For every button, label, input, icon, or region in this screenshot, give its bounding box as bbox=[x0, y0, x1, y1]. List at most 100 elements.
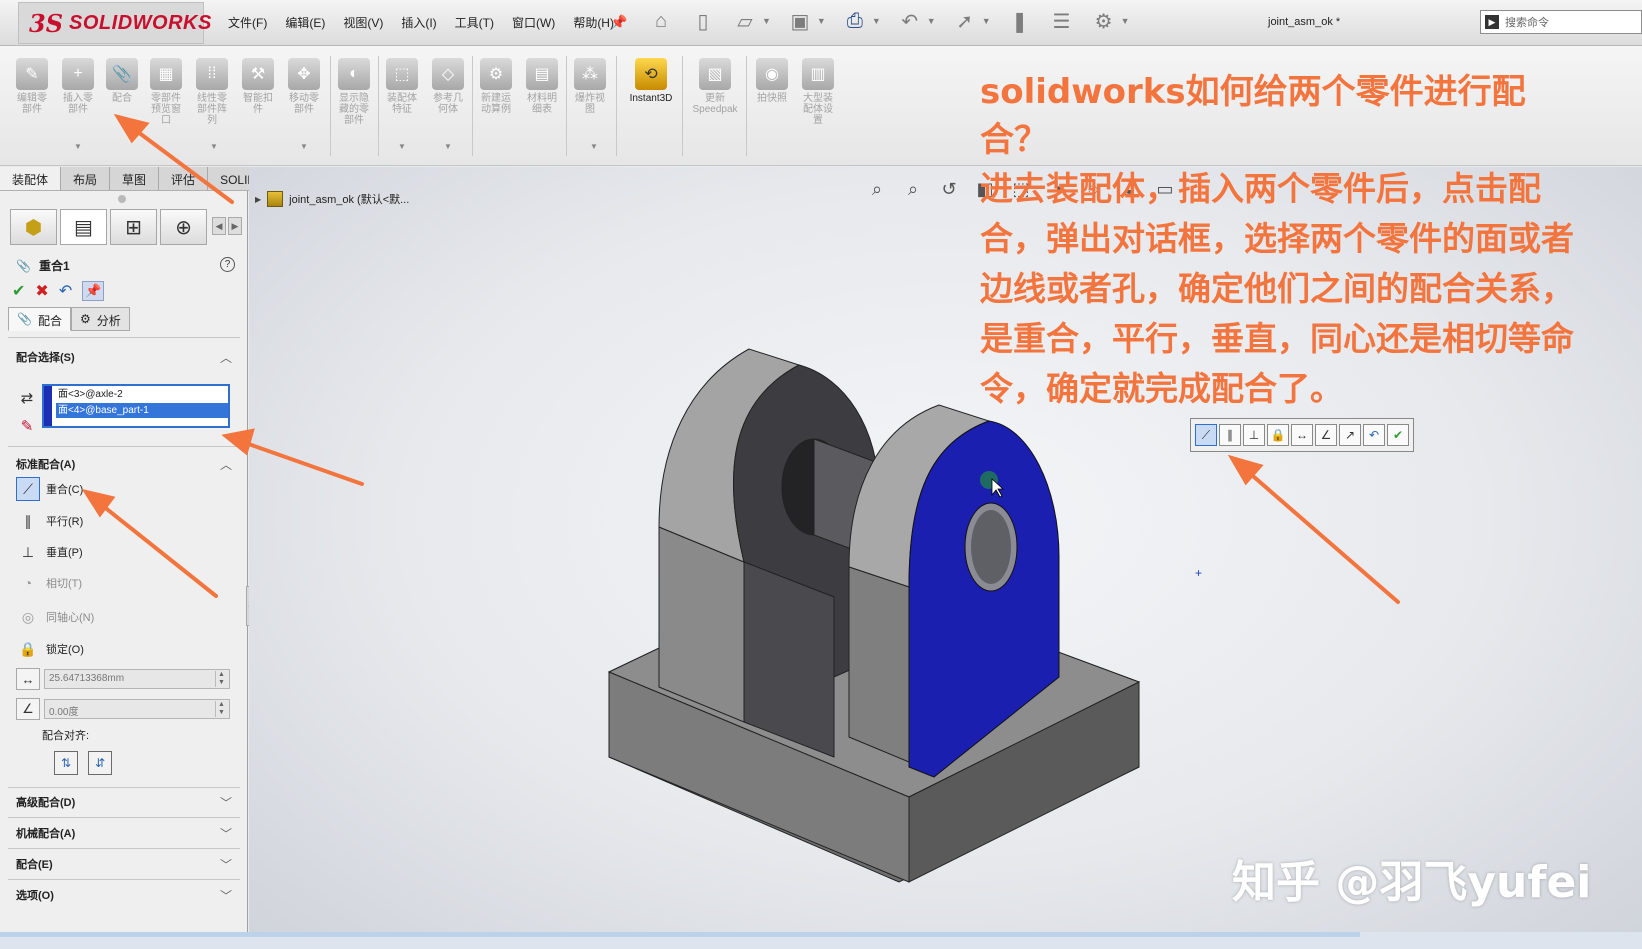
subtab-mates[interactable]: 📎 配合 bbox=[8, 307, 71, 331]
search-commands-field[interactable]: ▶ 搜索命令 bbox=[1480, 10, 1642, 34]
lock-icon[interactable]: 🔒 bbox=[1267, 424, 1289, 446]
left-lug-inner[interactable] bbox=[743, 561, 835, 758]
save-dropdown-icon[interactable]: ▼ bbox=[817, 16, 826, 26]
ribbon-dropdown-icon[interactable]: ▼ bbox=[210, 142, 218, 151]
ribbon-reference-geometry[interactable]: ◇ 参考几 何体 bbox=[426, 58, 470, 115]
section-mate-selections-header[interactable]: 配合选择(S) ︿ bbox=[8, 345, 240, 369]
pin-menu-icon[interactable]: 📌 bbox=[610, 14, 627, 31]
select-arrow-icon[interactable]: ➚ bbox=[952, 8, 978, 34]
ribbon-dropdown-icon[interactable]: ▼ bbox=[590, 142, 598, 151]
ok-check-icon[interactable]: ✔ bbox=[12, 281, 25, 301]
aligned-icon[interactable]: ⇅ bbox=[54, 751, 78, 775]
ribbon-snapshot[interactable]: ◉ 拍快照 bbox=[750, 58, 794, 104]
section-standard-mates-header[interactable]: 标准配合(A) ︿ bbox=[8, 452, 240, 476]
angle-spinner-icon[interactable]: ▲ ▼ bbox=[215, 701, 227, 717]
print-dropdown-icon[interactable]: ▼ bbox=[872, 16, 881, 26]
menu-insert[interactable]: 插入(I) bbox=[401, 14, 436, 31]
mate-selections-list[interactable]: 面<3>@axle-2 面<4>@base_part-1 bbox=[42, 384, 230, 428]
section-options-header[interactable]: 选项(O) ﹀ bbox=[8, 883, 240, 907]
open-dropdown-icon[interactable]: ▼ bbox=[762, 16, 771, 26]
previous-view-icon[interactable]: ↺ bbox=[935, 175, 963, 203]
section-mechanical-header[interactable]: 机械配合(A) ﹀ bbox=[8, 821, 240, 845]
menu-window[interactable]: 窗口(W) bbox=[512, 14, 555, 31]
distance-icon[interactable]: ↔ bbox=[16, 668, 40, 690]
distance-icon[interactable]: ↔ bbox=[1291, 424, 1313, 446]
home-icon[interactable]: ⌂ bbox=[648, 8, 674, 34]
mate-lock[interactable]: 🔒 锁定(O) bbox=[16, 637, 84, 661]
ribbon-assembly-features[interactable]: ⬚ 装配体 特征 bbox=[380, 58, 424, 115]
property-manager-icon[interactable]: ▤ bbox=[60, 209, 107, 245]
assembly-model[interactable] bbox=[579, 327, 1179, 907]
scroll-left-icon[interactable]: ◀ bbox=[212, 217, 226, 235]
ribbon-smart-fasteners[interactable]: ⚒ 智能扣 件 bbox=[236, 58, 280, 115]
ribbon-insert-component[interactable]: + 插入零 部件 bbox=[56, 58, 100, 115]
dimxpert-manager-icon[interactable]: ⊕ bbox=[160, 209, 207, 245]
ribbon-exploded-view[interactable]: ⁂ 爆炸视 图 bbox=[568, 58, 612, 115]
section-advanced-header[interactable]: 高级配合(D) ﹀ bbox=[8, 790, 240, 814]
rebuild-icon[interactable]: ❚ bbox=[1007, 8, 1033, 34]
distance-input[interactable]: 25.64713368mm ▲ ▼ bbox=[44, 669, 230, 689]
menu-edit[interactable]: 编辑(E) bbox=[285, 14, 325, 31]
configuration-manager-icon[interactable]: ⊞ bbox=[110, 209, 157, 245]
expand-arrow-icon[interactable]: ▶ bbox=[255, 195, 261, 204]
ribbon-instant3d[interactable]: ⟲ Instant3D bbox=[626, 58, 676, 104]
solidworks-logo[interactable]: 3S SOLIDWORKS bbox=[18, 2, 211, 44]
print-icon[interactable]: ⎙ bbox=[842, 8, 868, 34]
select-dropdown-icon[interactable]: ▼ bbox=[982, 16, 991, 26]
cancel-x-icon[interactable]: ✖ bbox=[35, 281, 48, 301]
ribbon-large-assembly[interactable]: ▥ 大型装 配体设 置 bbox=[796, 58, 840, 126]
mate-coincident[interactable]: ⟋ 重合(C) bbox=[16, 477, 83, 501]
parallel-icon[interactable]: ∥ bbox=[1219, 424, 1241, 446]
open-folder-icon[interactable]: ▱ bbox=[732, 8, 758, 34]
flip-alignment-icon[interactable]: ↗ bbox=[1339, 424, 1361, 446]
ribbon-linear-pattern[interactable]: ⁞⁞ 线性零 部件阵 列 bbox=[190, 58, 234, 126]
mate-perpendicular[interactable]: ⊥ 垂直(P) bbox=[16, 540, 83, 564]
menu-view[interactable]: 视图(V) bbox=[343, 14, 383, 31]
new-document-icon[interactable]: ▯ bbox=[690, 8, 716, 34]
scroll-right-icon[interactable]: ▶ bbox=[228, 217, 242, 235]
ribbon-dropdown-icon[interactable]: ▼ bbox=[74, 142, 82, 151]
ribbon-bom[interactable]: ▤ 材料明 细表 bbox=[520, 58, 564, 115]
coincident-icon[interactable]: ⟋ bbox=[1195, 424, 1217, 446]
ribbon-edit-component[interactable]: ✎ 编辑零 部件 bbox=[10, 58, 54, 115]
perpendicular-icon[interactable]: ⊥ bbox=[1243, 424, 1265, 446]
ribbon-component-preview[interactable]: ▦ 零部件 预览窗 口 bbox=[144, 58, 188, 126]
ribbon-new-motion-study[interactable]: ⚙ 新建运 动算例 bbox=[474, 58, 518, 115]
tab-layout[interactable]: 布局 bbox=[61, 167, 111, 190]
tab-sketch[interactable]: 草图 bbox=[110, 167, 160, 190]
ok-check-icon[interactable]: ✔ bbox=[1387, 424, 1409, 446]
keep-visible-pin-icon[interactable]: 📌 bbox=[82, 281, 105, 301]
undo-icon[interactable]: ↶ bbox=[1363, 424, 1385, 446]
section-mates-header[interactable]: 配合(E) ﹀ bbox=[8, 852, 240, 876]
subtab-analysis[interactable]: ⚙ 分析 bbox=[70, 307, 130, 331]
zoom-to-area-icon[interactable]: ⌕ bbox=[899, 175, 927, 203]
selection-item-1[interactable]: 面<3>@axle-2 bbox=[56, 387, 228, 402]
right-lug-side[interactable] bbox=[848, 566, 910, 763]
ribbon-dropdown-icon[interactable]: ▼ bbox=[444, 142, 452, 151]
ribbon-update-speedpak[interactable]: ▧ 更新 Speedpak bbox=[690, 58, 740, 115]
angle-icon[interactable]: ∠ bbox=[1315, 424, 1337, 446]
help-icon[interactable]: ? bbox=[220, 257, 235, 272]
ribbon-dropdown-icon[interactable]: ▼ bbox=[300, 142, 308, 151]
ribbon-move-component[interactable]: ✥ 移动零 部件 bbox=[282, 58, 326, 115]
angle-icon[interactable]: ∠ bbox=[16, 698, 40, 720]
menu-help[interactable]: 帮助(H) bbox=[573, 14, 614, 31]
menu-tools[interactable]: 工具(T) bbox=[455, 14, 494, 31]
undo-icon[interactable]: ↶ bbox=[59, 281, 72, 301]
mate-parallel[interactable]: ∥ 平行(R) bbox=[16, 509, 84, 533]
options-gear-icon[interactable]: ⚙ bbox=[1091, 8, 1117, 34]
file-properties-icon[interactable]: ☰ bbox=[1049, 8, 1075, 34]
angle-input[interactable]: 0.00度 ▲ ▼ bbox=[44, 699, 230, 719]
selection-item-2[interactable]: 面<4>@base_part-1 bbox=[56, 403, 228, 418]
feature-manager-icon[interactable]: ⬢ bbox=[10, 209, 57, 245]
ribbon-show-hidden[interactable]: ◐ 显示隐 藏的零 部件 bbox=[332, 58, 376, 126]
undo-icon[interactable]: ↶ bbox=[897, 8, 923, 34]
options-dropdown-icon[interactable]: ▼ bbox=[1121, 16, 1130, 26]
tab-assembly[interactable]: 装配体 bbox=[0, 167, 62, 190]
zoom-to-fit-icon[interactable]: ⌕ bbox=[863, 175, 891, 203]
ribbon-mate[interactable]: 📎 配合 bbox=[100, 58, 144, 104]
anti-aligned-icon[interactable]: ⇵ bbox=[88, 751, 112, 775]
undo-dropdown-icon[interactable]: ▼ bbox=[927, 16, 936, 26]
ribbon-dropdown-icon[interactable]: ▼ bbox=[398, 142, 406, 151]
panel-handle[interactable] bbox=[118, 195, 126, 203]
